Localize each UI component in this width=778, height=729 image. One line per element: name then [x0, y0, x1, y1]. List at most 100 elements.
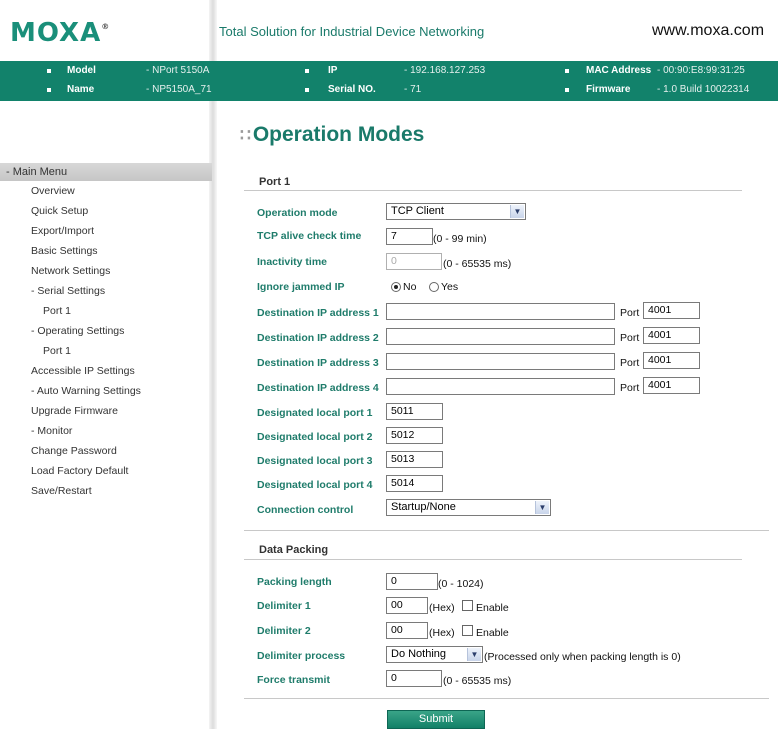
dest-ip-2-label: Destination IP address 2	[257, 332, 379, 344]
local-port-3-input[interactable]: 5013	[386, 451, 443, 468]
chevron-down-icon: ▼	[510, 205, 524, 218]
ip-value: - 192.168.127.253	[404, 65, 486, 76]
name-key: Name	[67, 84, 95, 95]
packing-length-hint: (0 - 1024)	[438, 578, 484, 590]
dest-ip-2-input[interactable]	[386, 328, 615, 345]
operation-mode-select[interactable]: TCP Client ▼	[386, 203, 526, 220]
moxa-logo: MOXA®	[10, 18, 111, 48]
submit-button[interactable]: Submit	[387, 710, 485, 729]
bullet-icon	[305, 88, 309, 92]
divider	[244, 698, 769, 699]
menu-monitor[interactable]: - Monitor	[31, 424, 72, 438]
ip-key: IP	[328, 65, 338, 76]
dest-port-1-input[interactable]: 4001	[643, 302, 700, 319]
port-label: Port	[620, 382, 640, 394]
sidebar-divider	[209, 0, 217, 729]
connection-control-select[interactable]: Startup/None ▼	[386, 499, 551, 516]
menu-upgrade-firmware[interactable]: Upgrade Firmware	[31, 404, 118, 418]
enable-label: Enable	[476, 627, 509, 639]
device-info-bar: Model - NPort 5150A IP - 192.168.127.253…	[0, 61, 778, 101]
local-port-4-input[interactable]: 5014	[386, 475, 443, 492]
ignore-jammed-label: Ignore jammed IP	[257, 281, 345, 293]
delimiter-process-hint: (Processed only when packing length is 0…	[484, 651, 681, 663]
local-port-2-label: Designated local port 2	[257, 431, 373, 443]
jammed-no-radio[interactable]	[391, 282, 401, 292]
dest-port-3-input[interactable]: 4001	[643, 352, 700, 369]
dest-ip-3-label: Destination IP address 3	[257, 357, 379, 369]
menu-serial-settings[interactable]: - Serial Settings	[31, 284, 105, 298]
dest-ip-3-input[interactable]	[386, 353, 615, 370]
section-port-1: Port 1	[259, 176, 291, 188]
inactivity-hint: (0 - 65535 ms)	[443, 258, 512, 270]
dest-ip-4-label: Destination IP address 4	[257, 382, 379, 394]
jammed-yes-radio[interactable]	[429, 282, 439, 292]
menu-serial-port-1[interactable]: Port 1	[43, 304, 71, 318]
dest-ip-4-input[interactable]	[386, 378, 615, 395]
dest-ip-1-input[interactable]	[386, 303, 615, 320]
hex-hint: (Hex)	[429, 627, 455, 639]
hex-hint: (Hex)	[429, 602, 455, 614]
packing-length-input[interactable]: 0	[386, 573, 438, 590]
bullet-icon	[47, 69, 51, 73]
website-link[interactable]: www.moxa.com	[652, 22, 764, 40]
chevron-down-icon: ▼	[535, 501, 549, 514]
local-port-1-input[interactable]: 5011	[386, 403, 443, 420]
tagline: Total Solution for Industrial Device Net…	[219, 24, 485, 39]
local-port-2-input[interactable]: 5012	[386, 427, 443, 444]
delimiter-2-label: Delimiter 2	[257, 625, 311, 637]
menu-export-import[interactable]: Export/Import	[31, 224, 94, 238]
divider	[244, 190, 742, 191]
menu-overview[interactable]: Overview	[31, 184, 75, 198]
inactivity-input: 0	[386, 253, 442, 270]
mac-value: - 00:90:E8:99:31:25	[657, 65, 745, 76]
delimiter-process-select[interactable]: Do Nothing ▼	[386, 646, 483, 663]
port-label: Port	[620, 307, 640, 319]
port-label: Port	[620, 357, 640, 369]
bullet-icon	[565, 69, 569, 73]
chevron-down-icon: ▼	[467, 648, 481, 661]
delimiter-1-input[interactable]: 00	[386, 597, 428, 614]
delimiter-1-enable-checkbox[interactable]	[462, 600, 473, 611]
jammed-no-label: No	[403, 281, 417, 293]
local-port-3-label: Designated local port 3	[257, 455, 373, 467]
dest-port-4-input[interactable]: 4001	[643, 377, 700, 394]
bullet-icon	[305, 69, 309, 73]
alive-check-hint: (0 - 99 min)	[433, 233, 487, 245]
alive-check-input[interactable]: 7	[386, 228, 433, 245]
page-title: ∷Operation Modes	[240, 123, 425, 146]
serial-value: - 71	[404, 84, 422, 95]
menu-accessible-ip[interactable]: Accessible IP Settings	[31, 364, 135, 378]
delimiter-2-input[interactable]: 00	[386, 622, 428, 639]
delimiter-process-label: Delimiter process	[257, 650, 346, 662]
menu-quick-setup[interactable]: Quick Setup	[31, 204, 88, 218]
name-value: - NP5150A_71	[146, 84, 212, 95]
jammed-yes-label: Yes	[441, 281, 459, 293]
force-transmit-hint: (0 - 65535 ms)	[443, 675, 512, 687]
menu-operating-port-1[interactable]: Port 1	[43, 344, 71, 358]
menu-auto-warning[interactable]: - Auto Warning Settings	[31, 384, 141, 398]
divider	[244, 559, 742, 560]
force-transmit-label: Force transmit	[257, 674, 330, 686]
menu-change-password[interactable]: Change Password	[31, 444, 117, 458]
menu-operating-settings[interactable]: - Operating Settings	[31, 324, 124, 338]
packing-length-label: Packing length	[257, 576, 332, 588]
main-menu-header[interactable]: - Main Menu	[0, 163, 212, 181]
force-transmit-input[interactable]: 0	[386, 670, 442, 687]
delimiter-2-enable-checkbox[interactable]	[462, 625, 473, 636]
local-port-1-label: Designated local port 1	[257, 407, 373, 419]
alive-check-label: TCP alive check time	[257, 230, 362, 242]
section-data-packing: Data Packing	[259, 544, 329, 556]
bullet-icon	[47, 88, 51, 92]
dest-port-2-input[interactable]: 4001	[643, 327, 700, 344]
model-key: Model	[67, 65, 96, 76]
local-port-4-label: Designated local port 4	[257, 479, 373, 491]
menu-save-restart[interactable]: Save/Restart	[31, 484, 92, 498]
firmware-key: Firmware	[586, 84, 631, 95]
firmware-value: - 1.0 Build 10022314	[657, 84, 750, 95]
menu-network-settings[interactable]: Network Settings	[31, 264, 110, 278]
menu-basic-settings[interactable]: Basic Settings	[31, 244, 98, 258]
connection-control-label: Connection control	[257, 504, 354, 516]
inactivity-label: Inactivity time	[257, 256, 328, 268]
operation-mode-label: Operation mode	[257, 207, 338, 219]
menu-load-factory-default[interactable]: Load Factory Default	[31, 464, 128, 478]
